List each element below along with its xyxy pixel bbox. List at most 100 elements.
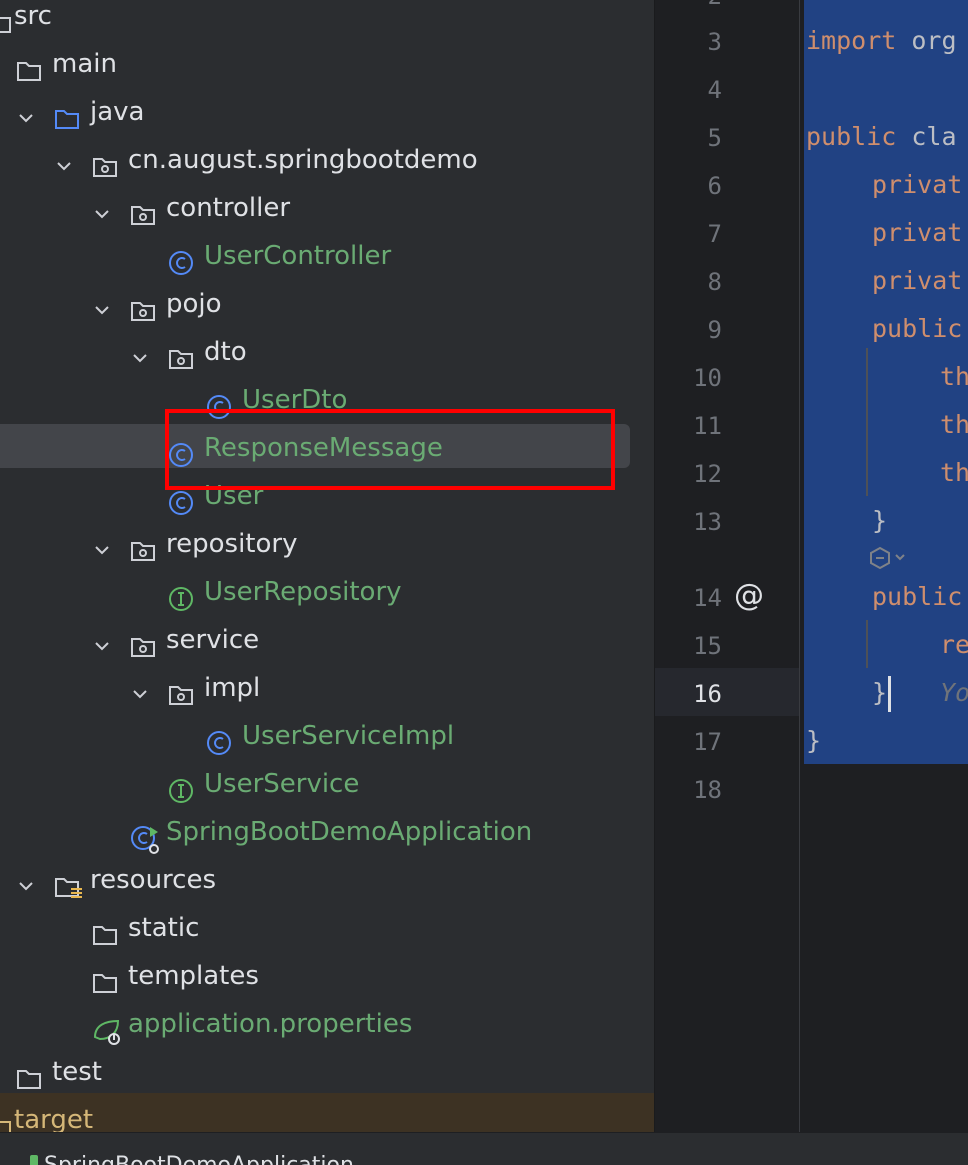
interface-icon	[169, 779, 193, 803]
code-line-3: import org	[806, 26, 957, 55]
tree-item-label: java	[90, 97, 145, 127]
tree-item-label: controller	[166, 193, 291, 223]
line-number: 10	[693, 364, 722, 392]
tree-item-target[interactable]: target	[0, 1102, 654, 1132]
package-icon	[131, 542, 155, 561]
code-line-10: th	[940, 362, 968, 391]
tree-item-controller[interactable]: controller	[0, 190, 654, 238]
interface-icon	[169, 587, 193, 611]
inline-blame-hint: Yo	[940, 678, 968, 707]
tree-item-impl[interactable]: impl	[0, 670, 654, 718]
package-icon	[131, 206, 155, 225]
line-number: 18	[693, 776, 722, 804]
code-line-12: th	[940, 458, 968, 487]
folder-icon	[93, 974, 117, 993]
code-line-9: public	[872, 314, 963, 343]
class-icon	[169, 251, 193, 275]
tree-item-userservice[interactable]: UserService	[0, 766, 654, 814]
line-number: 9	[707, 316, 722, 344]
chevron-down-icon[interactable]	[90, 634, 114, 658]
code-line-13: }	[872, 506, 888, 535]
line-number: 2	[654, 0, 722, 10]
code-line-16: }	[872, 678, 888, 707]
folder-icon	[17, 1070, 41, 1089]
code-line-11: th	[940, 410, 968, 439]
tree-item-springbootdemoapplication[interactable]: SpringBootDemoApplication	[0, 814, 654, 862]
package-icon	[169, 686, 193, 705]
tree-item-userrepository[interactable]: UserRepository	[0, 574, 654, 622]
folder-icon	[17, 62, 41, 81]
chevron-down-icon[interactable]	[90, 298, 114, 322]
tree-item-test[interactable]: test	[0, 1054, 654, 1102]
spring-boot-class-icon	[131, 826, 159, 854]
line-number-current: 16	[693, 680, 722, 708]
class-icon	[207, 731, 231, 755]
line-number: 7	[707, 220, 722, 248]
package-icon	[131, 302, 155, 321]
status-bar: SpringBootDemoApplication	[0, 1132, 968, 1165]
folder-icon	[93, 926, 117, 945]
folder-icon	[0, 17, 11, 33]
line-number: 11	[693, 412, 722, 440]
line-number: 17	[693, 728, 722, 756]
line-number: 12	[693, 460, 722, 488]
class-icon	[169, 491, 193, 515]
source-folder-icon	[55, 110, 79, 129]
tree-item-label: application.properties	[128, 1009, 413, 1039]
tree-item-resources[interactable]: resources	[0, 862, 654, 910]
annotation-gutter-icon[interactable]: @	[734, 578, 764, 613]
tree-item-pojo[interactable]: pojo	[0, 286, 654, 334]
chevron-down-icon[interactable]	[90, 538, 114, 562]
project-tree-panel: src main java cn.august.springbootdemo c…	[0, 0, 654, 1132]
package-icon	[169, 350, 193, 369]
tree-item-label: UserController	[204, 241, 392, 271]
code-line-5: public cla	[806, 122, 957, 151]
indent-guide	[866, 348, 868, 496]
tree-item-service[interactable]: service	[0, 622, 654, 670]
chevron-down-icon[interactable]	[128, 346, 152, 370]
chevron-down-icon[interactable]	[52, 154, 76, 178]
line-number: 4	[707, 76, 722, 104]
package-icon	[93, 158, 117, 177]
chevron-down-icon[interactable]	[14, 106, 38, 130]
tree-item-label: UserRepository	[204, 577, 402, 607]
tree-item-label: UserServiceImpl	[242, 721, 455, 751]
tree-item-static[interactable]: static	[0, 910, 654, 958]
indent-guide	[866, 620, 868, 668]
tree-item-label: test	[52, 1057, 102, 1087]
tree-item-main[interactable]: main	[0, 46, 654, 94]
code-line-14: public	[872, 582, 963, 611]
chevron-down-icon[interactable]	[90, 202, 114, 226]
chevron-down-icon[interactable]	[14, 874, 38, 898]
line-number: 8	[707, 268, 722, 296]
tree-item-label: repository	[166, 529, 298, 559]
line-number: 14	[693, 584, 722, 612]
chevron-down-icon[interactable]	[128, 682, 152, 706]
folder-icon	[0, 1121, 11, 1132]
tree-item-label: static	[128, 913, 200, 943]
tree-item-templates[interactable]: templates	[0, 958, 654, 1006]
code-line-6: privat	[872, 170, 963, 199]
tree-item-repository[interactable]: repository	[0, 526, 654, 574]
ai-assistant-icon	[870, 546, 905, 570]
code-line-8: privat	[872, 266, 963, 295]
code-line-7: privat	[872, 218, 963, 247]
tree-item-dto[interactable]: dto	[0, 334, 654, 382]
status-bar-text[interactable]: SpringBootDemoApplication	[44, 1153, 354, 1165]
line-number: 6	[707, 172, 722, 200]
tree-item-label: UserService	[204, 769, 360, 799]
tree-item-application-properties[interactable]: application.properties	[0, 1006, 654, 1054]
tree-item-src[interactable]: src	[0, 0, 654, 46]
tree-item-label: dto	[204, 337, 247, 367]
tree-item-usercontroller[interactable]: UserController	[0, 238, 654, 286]
code-vision-icon[interactable]	[868, 546, 908, 570]
line-number: 15	[693, 632, 722, 660]
line-number: 3	[707, 28, 722, 56]
tree-item-java[interactable]: java	[0, 94, 654, 142]
text-cursor	[888, 676, 891, 712]
code-line-17: }	[806, 726, 822, 755]
tree-item-label: pojo	[166, 289, 222, 319]
tree-item-label: templates	[128, 961, 259, 991]
tree-item-userserviceimpl[interactable]: UserServiceImpl	[0, 718, 654, 766]
tree-item-package-root[interactable]: cn.august.springbootdemo	[0, 142, 654, 190]
